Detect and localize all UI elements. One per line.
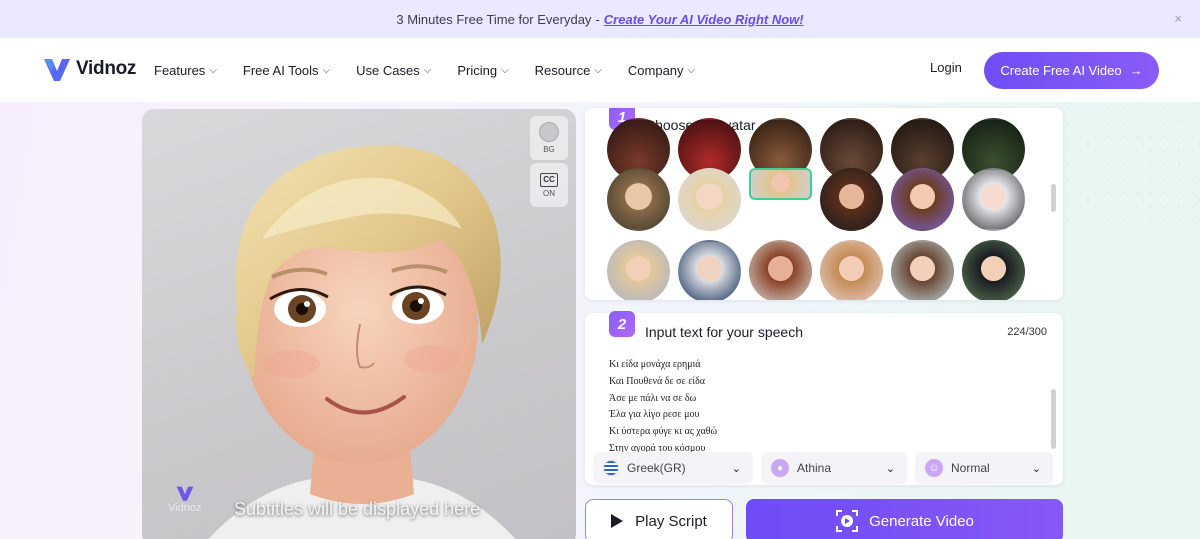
top-nav: Vidnoz Features ⌵ Free AI Tools ⌵ Use Case…: [0, 38, 1200, 102]
avatar-thumb[interactable]: [607, 240, 670, 300]
subtitle-text: Subtitles will be displayed here: [234, 499, 481, 519]
menu-free-ai-tools[interactable]: Free AI Tools ⌵: [243, 63, 330, 78]
avatar-thumb-selected[interactable]: [749, 168, 812, 200]
play-icon: [611, 514, 624, 528]
style-select[interactable]: ☺ Normal ⌄: [915, 452, 1053, 484]
avatar-row: [607, 168, 1025, 231]
speech-line: Έλα για λίγο ρεσε μου: [609, 409, 700, 421]
avatar-row: [607, 240, 1025, 300]
avatar-thumb[interactable]: [891, 168, 954, 231]
chevron-down-icon: ⌵: [322, 64, 331, 76]
chevron-down-icon: ⌵: [423, 64, 432, 76]
vidnoz-watermark-icon: [176, 486, 194, 501]
speech-input-card: 2 Input text for your speech 224/300 Κι …: [585, 311, 1063, 485]
voice-value: Athina: [797, 461, 832, 475]
smile-icon: ☺: [925, 459, 943, 477]
speech-line: Κι ύστερα φύγε κι ας χαθώ: [609, 426, 718, 438]
captions-icon: CC: [540, 172, 558, 187]
chevron-down-icon: ⌵: [594, 64, 602, 76]
captions-state: ON: [543, 188, 555, 198]
banner-cta-link[interactable]: Create Your AI Video Right Now!: [604, 12, 804, 27]
captions-toggle-button[interactable]: CC ON: [530, 163, 568, 207]
chevron-down-icon: ⌵: [209, 64, 217, 76]
banner-separator: -: [595, 11, 600, 27]
avatar-portrait: [208, 145, 516, 539]
play-script-label: Play Script: [635, 512, 707, 530]
vidnoz-watermark: Vidnoz: [168, 484, 201, 514]
chevron-down-icon: ⌵: [501, 64, 509, 76]
banner-close-icon[interactable]: ×: [1174, 11, 1182, 26]
generate-video-label: Generate Video: [869, 512, 974, 530]
generate-video-icon: [836, 510, 859, 532]
play-script-button[interactable]: Play Script: [585, 499, 733, 539]
voice-avatar-icon: ●: [771, 459, 789, 477]
bg-label: BG: [543, 145, 555, 154]
logo-text: Vidnoz: [76, 58, 137, 79]
menu-features[interactable]: Features ⌵: [154, 63, 217, 78]
speech-line: Κι είδα μονάχα ερημιά: [609, 359, 701, 370]
speech-scrollbar[interactable]: [1051, 389, 1056, 449]
vidnoz-logo-icon: [44, 59, 70, 81]
speech-line: Και Πουθενά δε σε είδα: [609, 375, 706, 387]
choose-avatar-card: 1 Choose an avatar: [585, 108, 1063, 300]
create-free-ai-video-button[interactable]: Create Free AI Video →: [984, 52, 1159, 89]
speech-textarea[interactable]: Κι είδα μονάχα ερημιά Και Πουθενά δε σε …: [609, 357, 1049, 458]
chevron-down-icon: ⌄: [885, 462, 895, 475]
avatar-thumb[interactable]: [820, 240, 883, 300]
chevron-down-icon: ⌵: [687, 64, 696, 76]
avatar-thumb[interactable]: [962, 168, 1025, 231]
main-menu: Features ⌵ Free AI Tools ⌵ Use Cases ⌵ Pric…: [154, 38, 721, 102]
voice-options: Greek(GR) ⌄ ● Athina ⌄ ☺ Normal ⌄: [593, 452, 1053, 484]
background-toggle-button[interactable]: BG: [530, 116, 568, 160]
vidnoz-logo[interactable]: Vidnoz: [42, 55, 136, 83]
character-count: 224/300: [1007, 326, 1047, 338]
arrow-right-icon: →: [1129, 63, 1143, 78]
voice-select[interactable]: ● Athina ⌄: [761, 452, 907, 484]
menu-use-cases[interactable]: Use Cases ⌵: [356, 63, 431, 78]
avatar-scrollbar[interactable]: [1051, 184, 1056, 212]
menu-label: Company: [627, 62, 684, 78]
menu-label: Free AI Tools: [242, 62, 319, 78]
promo-banner: 3 Minutes Free Time for Everyday - Creat…: [0, 0, 1200, 38]
dot-pattern: [1060, 102, 1200, 222]
banner-text: 3 Minutes Free Time for Everyday: [396, 11, 592, 27]
avatar-thumb[interactable]: [891, 240, 954, 300]
chevron-down-icon: ⌄: [731, 462, 741, 475]
language-value: Greek(GR): [627, 461, 686, 475]
avatar-thumb[interactable]: [820, 168, 883, 231]
speech-input-title: Input text for your speech: [645, 324, 803, 340]
background-circle-icon: [539, 122, 559, 142]
avatar-preview: [142, 109, 576, 539]
menu-label: Use Cases: [356, 62, 420, 78]
menu-resource[interactable]: Resource ⌵: [535, 63, 602, 78]
style-value: Normal: [951, 461, 990, 475]
speech-line: Άσε με πάλι να σε δω: [609, 392, 697, 404]
menu-label: Pricing: [457, 62, 498, 78]
avatar-thumb[interactable]: [962, 240, 1025, 300]
generate-video-button[interactable]: Generate Video: [746, 499, 1063, 539]
language-select[interactable]: Greek(GR) ⌄: [593, 452, 753, 484]
avatar-thumb[interactable]: [607, 168, 670, 231]
avatar-thumb[interactable]: [678, 240, 741, 300]
menu-label: Features: [154, 62, 206, 78]
step-2-badge: 2: [609, 311, 635, 337]
greece-flag-icon: [603, 460, 619, 476]
login-link[interactable]: Login: [930, 60, 962, 75]
chevron-down-icon: ⌄: [1031, 462, 1041, 475]
create-button-label: Create Free AI Video: [1000, 63, 1122, 78]
menu-label: Resource: [534, 62, 591, 78]
menu-company[interactable]: Company ⌵: [628, 63, 695, 78]
watermark-text: Vidnoz: [168, 502, 202, 514]
avatar-thumb[interactable]: [678, 168, 741, 231]
avatar-thumb[interactable]: [749, 240, 812, 300]
menu-pricing[interactable]: Pricing ⌵: [457, 63, 508, 78]
